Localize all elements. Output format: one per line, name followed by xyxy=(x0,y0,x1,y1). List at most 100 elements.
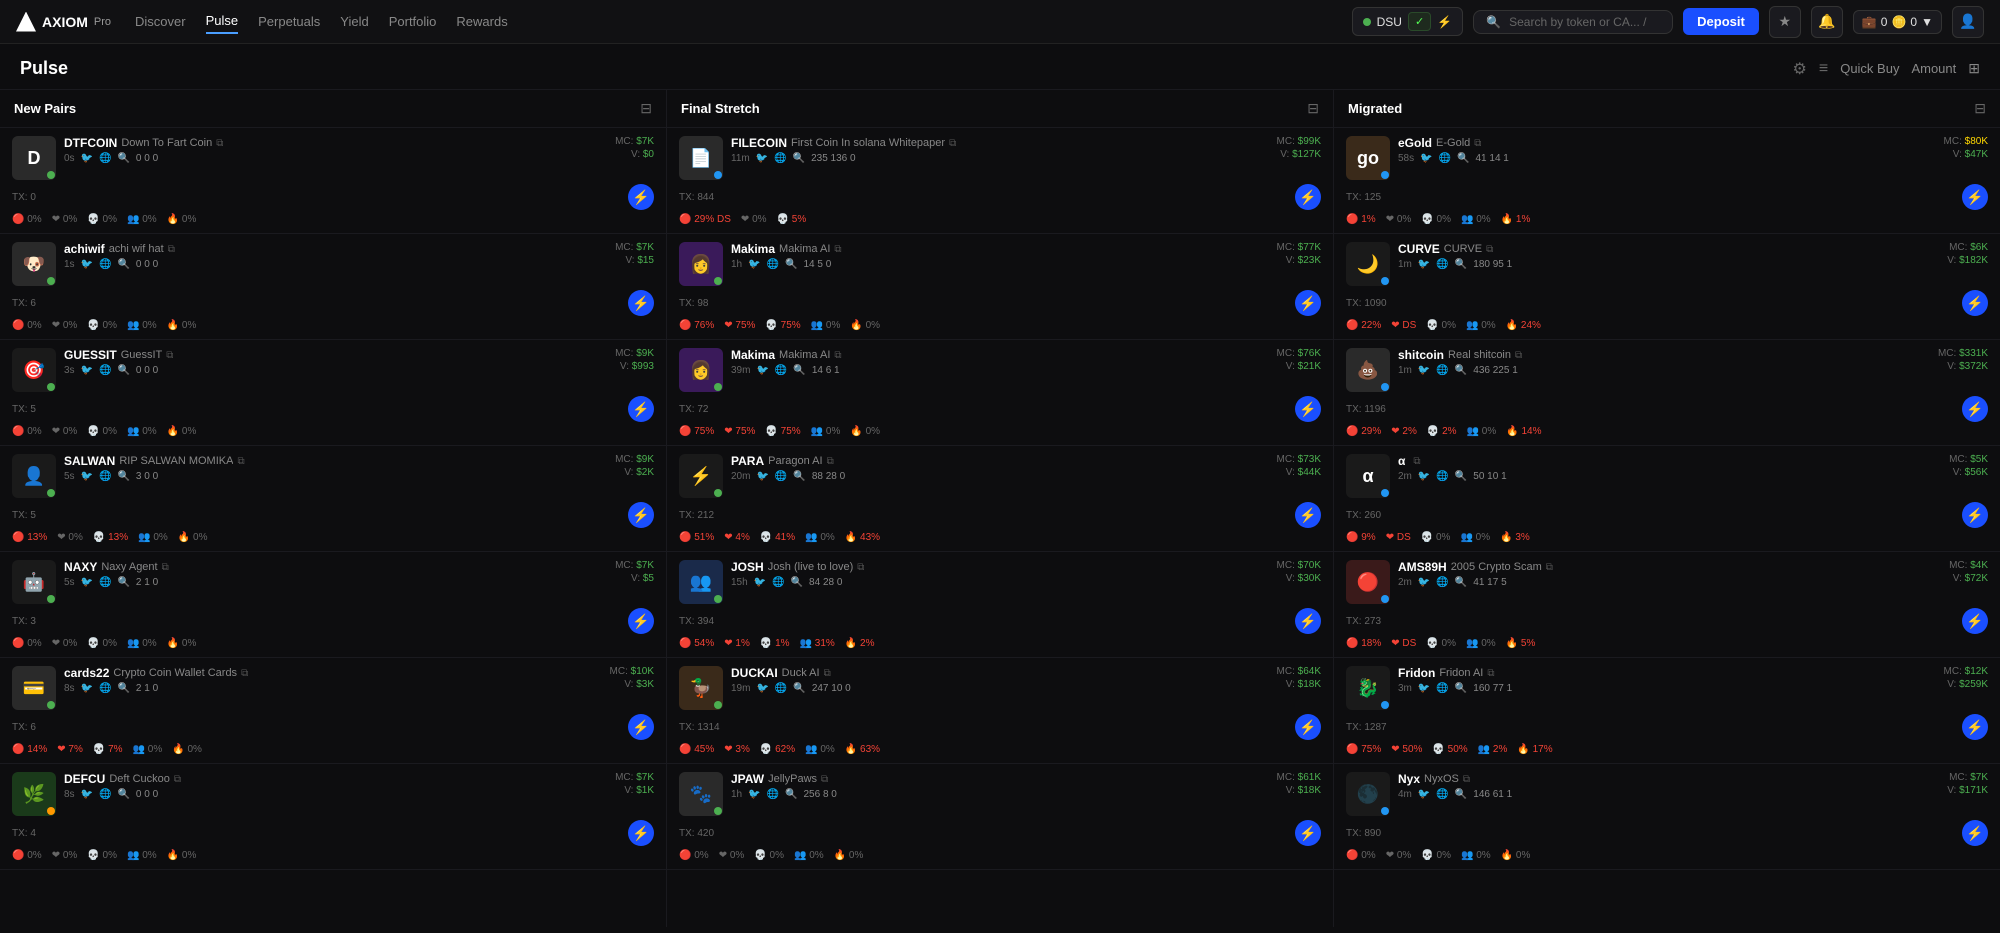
column-filter-icon-new-pairs[interactable]: ⊟ xyxy=(640,100,652,117)
star-icon[interactable]: ★ xyxy=(1769,6,1801,38)
globe-icon[interactable]: 🌐 xyxy=(1436,683,1448,694)
search-icon[interactable]: 🔍 xyxy=(117,577,129,588)
buy-button[interactable]: ⚡ xyxy=(1295,290,1321,316)
buy-button[interactable]: ⚡ xyxy=(1295,502,1321,528)
globe-icon[interactable]: 🌐 xyxy=(1436,365,1448,376)
search-icon[interactable]: 🔍 xyxy=(1455,789,1467,800)
globe-icon[interactable]: 🌐 xyxy=(99,365,111,376)
buy-button[interactable]: ⚡ xyxy=(1962,290,1988,316)
link-icon[interactable]: 🐦 xyxy=(756,471,768,482)
list-item[interactable]: 🌿 DEFCU Deft Cuckoo ⧉ 8s 🐦 🌐 🔍 0 0 0 xyxy=(0,764,666,870)
search-bar[interactable]: 🔍 Search by token or CA... / xyxy=(1473,10,1673,34)
list-item[interactable]: 📄 FILECOIN First Coin In solana Whitepap… xyxy=(667,128,1333,234)
copy-icon[interactable]: ⧉ xyxy=(1463,774,1470,785)
buy-button[interactable]: ⚡ xyxy=(1295,608,1321,634)
copy-icon[interactable]: ⧉ xyxy=(827,456,834,467)
buy-button[interactable]: ⚡ xyxy=(628,396,654,422)
buy-button[interactable]: ⚡ xyxy=(628,714,654,740)
copy-icon[interactable]: ⧉ xyxy=(821,774,828,785)
buy-button[interactable]: ⚡ xyxy=(628,184,654,210)
list-item[interactable]: 🌑 Nyx NyxOS ⧉ 4m 🐦 🌐 🔍 146 61 1 xyxy=(1334,764,2000,870)
link-icon[interactable]: 🐦 xyxy=(1418,577,1430,588)
copy-icon[interactable]: ⧉ xyxy=(168,244,175,255)
link-icon[interactable]: 🐦 xyxy=(1418,471,1430,482)
search-icon[interactable]: 🔍 xyxy=(117,153,129,164)
search-icon[interactable]: 🔍 xyxy=(1455,471,1467,482)
link-icon[interactable]: 🐦 xyxy=(81,471,93,482)
list-item[interactable]: 🦆 DUCKAI Duck AI ⧉ 19m 🐦 🌐 🔍 247 10 0 xyxy=(667,658,1333,764)
list-item[interactable]: 🌙 CURVE CURVE ⧉ 1m 🐦 🌐 🔍 180 95 1 xyxy=(1334,234,2000,340)
globe-icon[interactable]: 🌐 xyxy=(99,471,111,482)
copy-icon[interactable]: ⧉ xyxy=(1487,668,1494,679)
globe-icon[interactable]: 🌐 xyxy=(1436,471,1448,482)
buy-button[interactable]: ⚡ xyxy=(1962,714,1988,740)
globe-icon[interactable]: 🌐 xyxy=(772,577,784,588)
globe-icon[interactable]: 🌐 xyxy=(99,259,111,270)
search-icon[interactable]: 🔍 xyxy=(1455,365,1467,376)
search-icon[interactable]: 🔍 xyxy=(117,789,129,800)
copy-icon[interactable]: ⧉ xyxy=(1486,244,1493,255)
globe-icon[interactable]: 🌐 xyxy=(99,577,111,588)
search-icon[interactable]: 🔍 xyxy=(117,365,129,376)
globe-icon[interactable]: 🌐 xyxy=(775,471,787,482)
logo[interactable]: AXIOM Pro xyxy=(16,12,111,32)
link-icon[interactable]: 🐦 xyxy=(1418,683,1430,694)
list-item[interactable]: 👩 Makima Makima AI ⧉ 1h 🐦 🌐 🔍 14 5 0 xyxy=(667,234,1333,340)
search-icon[interactable]: 🔍 xyxy=(117,259,129,270)
globe-icon[interactable]: 🌐 xyxy=(1436,259,1448,270)
list-item[interactable]: α α ⧉ 2m 🐦 🌐 🔍 50 10 1 xyxy=(1334,446,2000,552)
copy-icon[interactable]: ⧉ xyxy=(1413,456,1420,467)
link-icon[interactable]: 🐦 xyxy=(81,683,93,694)
link-icon[interactable]: 🐦 xyxy=(748,789,760,800)
search-icon[interactable]: 🔍 xyxy=(1455,259,1467,270)
list-item[interactable]: D DTFCOIN Down To Fart Coin ⧉ 0s 🐦 🌐 🔍 xyxy=(0,128,666,234)
list-item[interactable]: go eGold E-Gold ⧉ 58s 🐦 🌐 🔍 41 14 1 xyxy=(1334,128,2000,234)
quick-buy-button[interactable]: Quick Buy xyxy=(1840,61,1899,76)
search-icon[interactable]: 🔍 xyxy=(793,365,805,376)
link-icon[interactable]: 🐦 xyxy=(81,365,93,376)
buy-button[interactable]: ⚡ xyxy=(628,502,654,528)
copy-icon[interactable]: ⧉ xyxy=(857,562,864,573)
link-icon[interactable]: 🐦 xyxy=(756,365,768,376)
buy-button[interactable]: ⚡ xyxy=(1962,396,1988,422)
buy-button[interactable]: ⚡ xyxy=(1295,820,1321,846)
nav-yield[interactable]: Yield xyxy=(340,10,368,33)
wallet-count-badge[interactable]: 💼 0 🪙 0 ▼ xyxy=(1853,10,1942,34)
link-icon[interactable]: 🐦 xyxy=(81,259,93,270)
search-icon[interactable]: 🔍 xyxy=(793,683,805,694)
list-item[interactable]: 🎯 GUESSIT GuessIT ⧉ 3s 🐦 🌐 🔍 0 0 0 xyxy=(0,340,666,446)
copy-icon[interactable]: ⧉ xyxy=(834,350,841,361)
list-item[interactable]: 💩 shitcoin Real shitcoin ⧉ 1m 🐦 🌐 🔍 43 xyxy=(1334,340,2000,446)
buy-button[interactable]: ⚡ xyxy=(1962,820,1988,846)
list-item[interactable]: 🐶 achiwif achi wif hat ⧉ 1s 🐦 🌐 🔍 0 0 xyxy=(0,234,666,340)
copy-icon[interactable]: ⧉ xyxy=(1474,138,1481,149)
globe-icon[interactable]: 🌐 xyxy=(767,259,779,270)
search-icon[interactable]: 🔍 xyxy=(1457,153,1469,164)
search-icon[interactable]: 🔍 xyxy=(793,471,805,482)
copy-icon[interactable]: ⧉ xyxy=(174,774,181,785)
buy-button[interactable]: ⚡ xyxy=(1295,396,1321,422)
list-item[interactable]: 🐉 Fridon Fridon AI ⧉ 3m 🐦 🌐 🔍 160 77 1 xyxy=(1334,658,2000,764)
link-icon[interactable]: 🐦 xyxy=(81,789,93,800)
list-item[interactable]: 🐾 JPAW JellyPaws ⧉ 1h 🐦 🌐 🔍 256 8 0 xyxy=(667,764,1333,870)
column-filter-icon-migrated[interactable]: ⊟ xyxy=(1974,100,1986,117)
nav-perpetuals[interactable]: Perpetuals xyxy=(258,10,320,33)
globe-icon[interactable]: 🌐 xyxy=(1436,789,1448,800)
link-icon[interactable]: 🐦 xyxy=(748,259,760,270)
link-icon[interactable]: 🐦 xyxy=(81,153,93,164)
copy-icon[interactable]: ⧉ xyxy=(166,350,173,361)
search-icon[interactable]: 🔍 xyxy=(117,683,129,694)
list-item[interactable]: ⚡ PARA Paragon AI ⧉ 20m 🐦 🌐 🔍 88 28 0 xyxy=(667,446,1333,552)
search-icon[interactable]: 🔍 xyxy=(793,153,805,164)
filter-icon[interactable]: ≡ xyxy=(1819,60,1828,78)
globe-icon[interactable]: 🌐 xyxy=(99,789,111,800)
globe-icon[interactable]: 🌐 xyxy=(767,789,779,800)
link-icon[interactable]: 🐦 xyxy=(756,153,768,164)
search-icon[interactable]: 🔍 xyxy=(117,471,129,482)
search-icon[interactable]: 🔍 xyxy=(785,789,797,800)
list-item[interactable]: 🤖 NAXY Naxy Agent ⧉ 5s 🐦 🌐 🔍 2 1 0 xyxy=(0,552,666,658)
list-item[interactable]: 🔴 AMS89H 2005 Crypto Scam ⧉ 2m 🐦 🌐 🔍 4 xyxy=(1334,552,2000,658)
globe-icon[interactable]: 🌐 xyxy=(99,153,111,164)
copy-icon[interactable]: ⧉ xyxy=(1515,350,1522,361)
wallet-badge[interactable]: DSU ✓ ⚡ xyxy=(1352,7,1464,36)
